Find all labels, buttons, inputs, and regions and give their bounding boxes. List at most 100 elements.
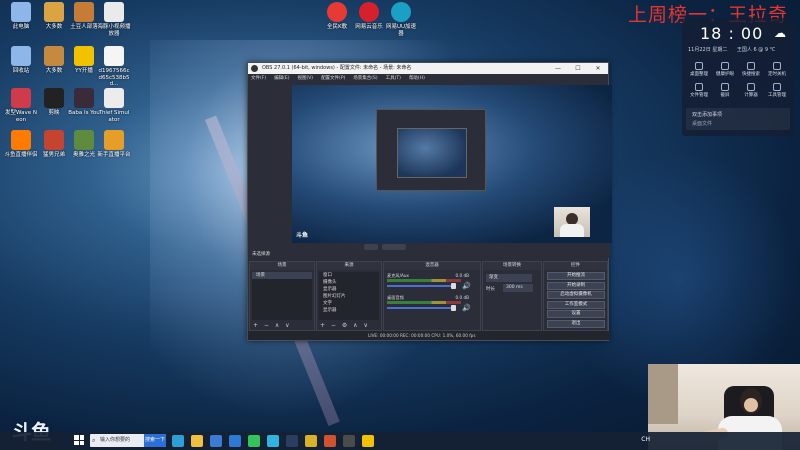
- clock-widget[interactable]: 18 : 00 ☁ 11月22日 星期二 王国人 6 @ 9 ℃ 桌面整理 健康护…: [682, 18, 794, 136]
- chat-icon[interactable]: [267, 435, 279, 447]
- files-icon[interactable]: [191, 435, 203, 447]
- widget-tool[interactable]: 快捷搜索: [738, 62, 764, 77]
- desktop-icon[interactable]: 网易UU加速器: [384, 2, 418, 37]
- desktop-files-link[interactable]: 桌面文件: [692, 120, 712, 127]
- volume-slider-handle[interactable]: [451, 305, 456, 311]
- source-item[interactable]: 显示器: [319, 286, 379, 293]
- tool-icon: [773, 83, 781, 91]
- app-icon[interactable]: [324, 435, 336, 447]
- speaker-icon[interactable]: 🔊: [462, 304, 471, 312]
- computer-icon: [11, 2, 31, 22]
- search-input[interactable]: 输入你想要的: [100, 437, 130, 443]
- mail-icon[interactable]: [210, 435, 222, 447]
- search-button[interactable]: 搜索一下: [144, 434, 166, 447]
- taskbar-search[interactable]: ⌕ 输入你想要的 搜索一下: [90, 434, 166, 447]
- control-button[interactable]: 启动虚拟摄像机: [547, 291, 605, 299]
- cloud-icon[interactable]: ☁: [774, 26, 786, 40]
- desktop-icon[interactable]: 斗鱼直播伴侣: [4, 130, 38, 159]
- source-item[interactable]: 显示器: [319, 307, 379, 314]
- menu-item[interactable]: 编辑(E): [274, 74, 289, 83]
- desktop-icon[interactable]: YY开播: [67, 46, 101, 75]
- control-button[interactable]: 退出: [547, 319, 605, 328]
- speaker-icon[interactable]: 🔊: [462, 282, 471, 290]
- desktop-icon[interactable]: 网易云音乐: [352, 2, 386, 31]
- menu-item[interactable]: 工具(T): [386, 74, 401, 83]
- obs-title: OBS 27.0.1 (64-bit, windows) - 配置文件: 未命名…: [262, 65, 412, 71]
- desktop-icon[interactable]: 大多数: [37, 2, 71, 31]
- volume-slider[interactable]: [387, 285, 453, 287]
- widget-todo-box[interactable]: 双击添加事项 桌面文件: [686, 108, 790, 130]
- desktop-icon[interactable]: 回收站: [4, 46, 38, 75]
- widget-tool[interactable]: 截屏: [712, 83, 738, 98]
- desktop-icon[interactable]: 此电脑: [4, 2, 38, 31]
- taskbar: ⌕ 输入你想要的 搜索一下 CH: [0, 432, 800, 450]
- steam-icon[interactable]: [286, 435, 298, 447]
- tray-language[interactable]: CH: [641, 436, 650, 443]
- desktop-icon[interactable]: 发型Wave Neon: [4, 88, 38, 123]
- maximize-icon[interactable]: ☐: [568, 63, 588, 74]
- control-button[interactable]: 设置: [547, 310, 605, 318]
- widget-tool[interactable]: 桌面整理: [686, 62, 712, 77]
- source-item[interactable]: 文字: [319, 300, 379, 307]
- scene-toggle-button[interactable]: [382, 244, 406, 250]
- menu-item[interactable]: 场景集合(S): [353, 74, 377, 83]
- transition-select[interactable]: 渐变: [486, 274, 532, 282]
- tool-label: 桌面整理: [690, 72, 708, 77]
- control-button[interactable]: 开始录制: [547, 281, 605, 290]
- g-icon[interactable]: [305, 435, 317, 447]
- close-icon[interactable]: ✕: [588, 63, 608, 74]
- widget-tool[interactable]: 文件管理: [686, 83, 712, 98]
- desktop-icon[interactable]: 猛男兄弟: [37, 130, 71, 159]
- desktop-icon[interactable]: Baba Is You: [67, 88, 101, 117]
- clock-time: 18 : 00: [700, 24, 764, 43]
- menu-item[interactable]: 帮助(H): [409, 74, 425, 83]
- obs-preview[interactable]: 斗鱼: [292, 85, 612, 243]
- yy-icon[interactable]: [362, 435, 374, 447]
- wechat-icon[interactable]: [248, 435, 260, 447]
- tool-icon: [721, 83, 729, 91]
- control-button[interactable]: 工作室模式: [547, 300, 605, 309]
- windows-start-icon[interactable]: [74, 435, 84, 445]
- menu-item[interactable]: 视图(V): [297, 74, 313, 83]
- desktop-icon[interactable]: 全民K歌: [320, 2, 354, 31]
- control-button[interactable]: 开始推流: [547, 272, 605, 280]
- store-icon[interactable]: [229, 435, 241, 447]
- source-item[interactable]: 图片幻灯片: [319, 293, 379, 300]
- source-item[interactable]: 摄像头: [319, 279, 379, 286]
- desktop-icon-label: 网易UU加速器: [385, 24, 417, 37]
- menu-item[interactable]: 配置文件(P): [321, 74, 345, 83]
- obs-icon[interactable]: [343, 435, 355, 447]
- widget-tool[interactable]: 健康护眼: [712, 62, 738, 77]
- obs-window[interactable]: OBS 27.0.1 (64-bit, windows) - 配置文件: 未命名…: [247, 62, 612, 341]
- taskbar-apps: [172, 435, 374, 447]
- edge-icon[interactable]: [172, 435, 184, 447]
- desktop-icon[interactable]: 海豚小视频播放器: [97, 2, 131, 37]
- desktop-icon[interactable]: 剪映: [37, 88, 71, 117]
- desktop-icon[interactable]: 新手直播平台: [97, 130, 131, 159]
- scenes-list: 场景: [252, 272, 312, 320]
- volume-meter: [387, 279, 461, 282]
- volume-slider-handle[interactable]: [451, 283, 456, 289]
- obs-titlebar[interactable]: OBS 27.0.1 (64-bit, windows) - 配置文件: 未命名…: [248, 63, 608, 74]
- widget-tool[interactable]: 工具管理: [764, 83, 790, 98]
- widget-tool[interactable]: 定时关机: [764, 62, 790, 77]
- source-item[interactable]: 窗口: [319, 272, 379, 279]
- desktop-icon[interactable]: 奥雅之光: [67, 130, 101, 159]
- scenes-toolbar[interactable]: + − ∧ ∨: [250, 321, 314, 330]
- menu-item[interactable]: 文件(F): [251, 74, 266, 83]
- lock-toggle-icon[interactable]: [364, 244, 378, 250]
- duration-input[interactable]: 300 ms: [503, 284, 533, 292]
- volume-slider[interactable]: [387, 307, 453, 309]
- widget-tool[interactable]: 计算器: [738, 83, 764, 98]
- sources-toolbar[interactable]: + − ⚙ ∧ ∨: [317, 321, 381, 330]
- desktop-icon[interactable]: Thief Simulator: [97, 88, 131, 123]
- game-icon: [44, 46, 64, 66]
- desktop-icon-label: 网易云音乐: [355, 24, 383, 30]
- desktop-icon-label: Thief Simulator: [98, 110, 130, 123]
- transitions-title: 场景转换: [483, 262, 541, 270]
- minimize-icon[interactable]: —: [548, 63, 568, 74]
- desktop-icon[interactable]: 土豆人部落: [67, 2, 101, 31]
- desktop-icon[interactable]: 大多数: [37, 46, 71, 75]
- scene-item[interactable]: 场景: [252, 272, 312, 279]
- desktop-icon[interactable]: d1967566cd65c538b5d...: [97, 46, 131, 88]
